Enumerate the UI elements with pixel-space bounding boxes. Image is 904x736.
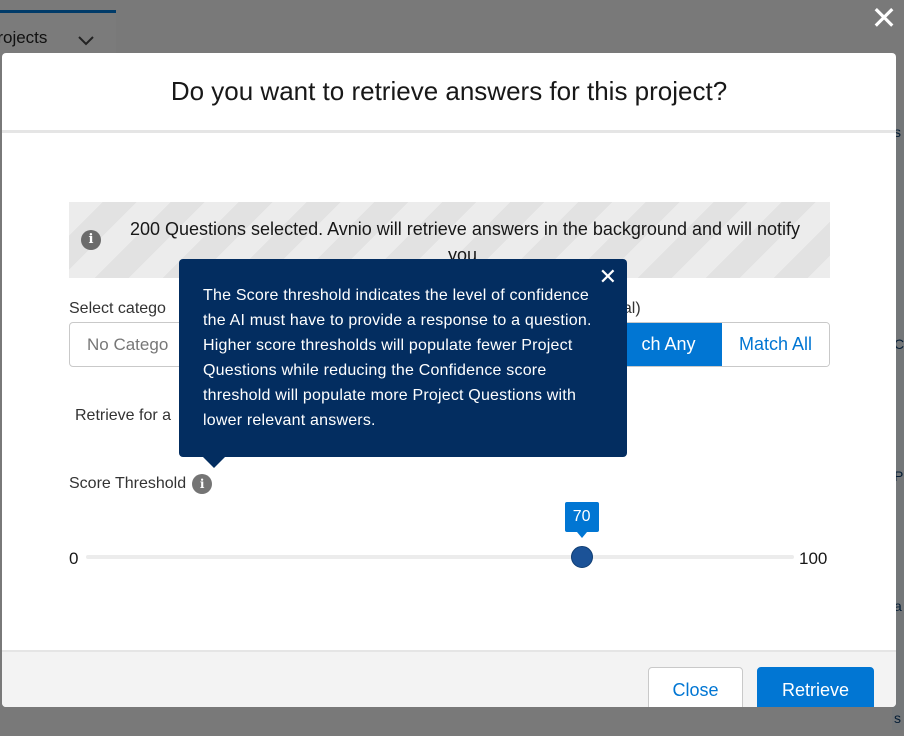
category-label: Select catego [69,300,166,317]
score-threshold-tooltip: ✕ The Score threshold indicates the leve… [179,259,627,468]
tooltip-text: The Score threshold indicates the level … [203,287,592,429]
match-mode-toggle: ch Any Match All [614,322,830,367]
modal-header: Do you want to retrieve answers for this… [2,53,896,133]
slider-max-label: 100 [799,549,828,568]
info-icon: i [81,230,101,250]
score-slider-track[interactable]: 70 [86,502,794,568]
score-threshold-label: Score Threshold i [69,474,213,494]
slider-value-bubble: 70 [564,502,599,538]
retrieve-for-label: Retrieve for a [75,407,172,424]
slider-min-label: 0 [69,549,79,568]
match-any-button[interactable]: ch Any [615,323,722,366]
close-button[interactable]: Close [648,667,743,707]
slider-thumb[interactable] [570,546,593,568]
score-info-icon[interactable]: i [192,474,213,494]
modal-title: Do you want to retrieve answers for this… [170,76,728,106]
match-all-button[interactable]: Match All [722,323,829,366]
retrieve-button[interactable]: Retrieve [757,667,874,707]
modal-footer: Close Retrieve [2,650,896,707]
score-threshold-text: Score Threshold [69,475,187,492]
modal-close-icon[interactable]: ✕ [870,2,898,34]
tooltip-close-icon[interactable]: ✕ [598,265,618,289]
